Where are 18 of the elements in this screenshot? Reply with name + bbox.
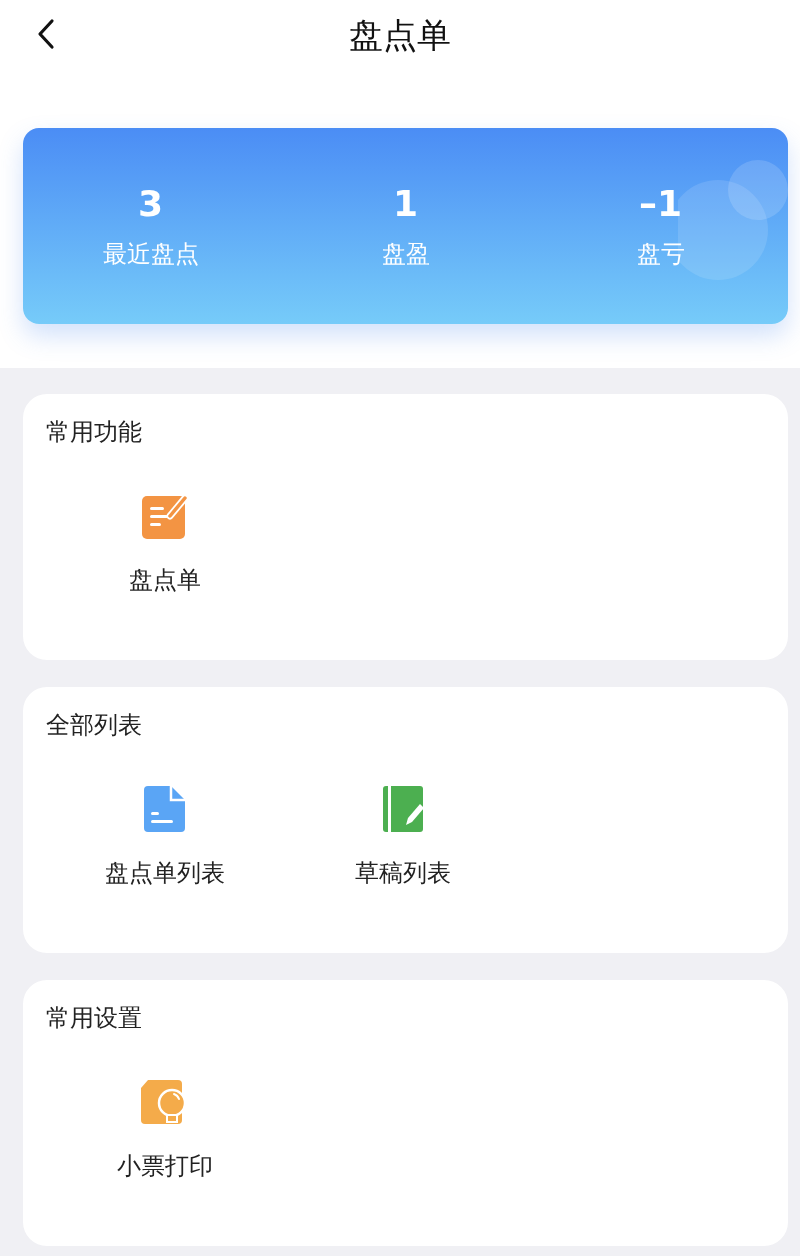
section-title: 常用功能 bbox=[46, 417, 143, 448]
stat-value: 3 bbox=[137, 182, 164, 224]
menu-item[interactable]: 草稿列表 bbox=[284, 785, 522, 889]
menu-item[interactable]: 盘点单 bbox=[46, 492, 284, 596]
menu-item[interactable]: 小票打印 bbox=[46, 1078, 284, 1182]
section-title: 常用设置 bbox=[46, 1003, 143, 1034]
back-icon bbox=[36, 18, 56, 50]
stat-label: 最近盘点 bbox=[102, 238, 199, 270]
stat-label: 盘盈 bbox=[381, 238, 430, 270]
stat-label: 盘亏 bbox=[636, 238, 685, 270]
back-button[interactable] bbox=[36, 18, 56, 50]
section-title: 全部列表 bbox=[46, 710, 143, 741]
stat-value: 1 bbox=[392, 182, 419, 224]
document-icon bbox=[144, 785, 186, 833]
menu-item[interactable]: 盘点单列表 bbox=[46, 785, 284, 889]
stat-value: –1 bbox=[638, 182, 683, 224]
page-title: 盘点单 bbox=[349, 14, 451, 57]
notebook-pen-icon bbox=[382, 785, 424, 833]
